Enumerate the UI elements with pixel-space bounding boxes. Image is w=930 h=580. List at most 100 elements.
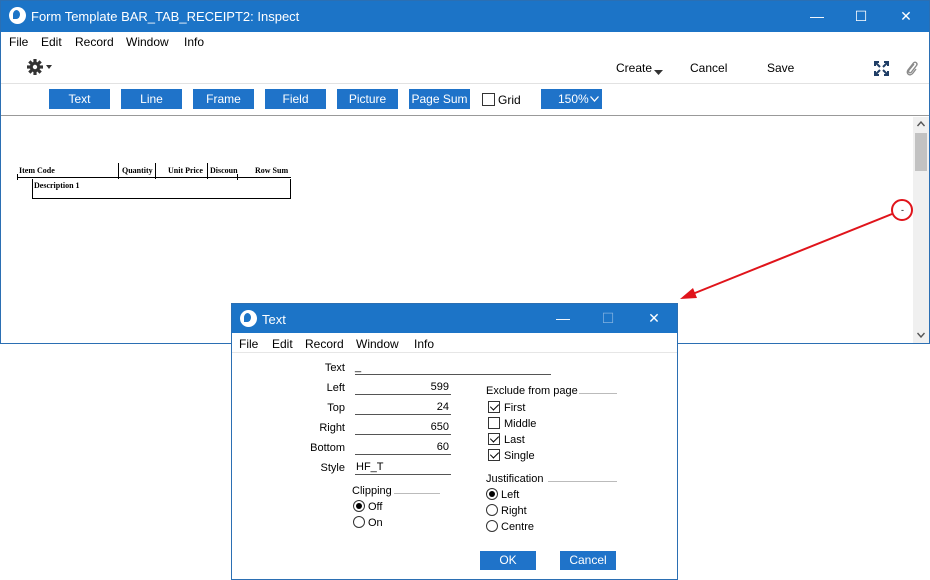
exclude-first-checkbox[interactable] [488, 401, 500, 413]
clipping-divider [394, 493, 440, 494]
main-titlebar[interactable]: Form Template BAR_TAB_RECEIPT2: Inspect … [1, 1, 929, 32]
menu-file[interactable]: File [9, 35, 28, 49]
form-col-unit-price[interactable]: Unit Price [168, 166, 203, 175]
field-tool-button[interactable]: Field [265, 89, 326, 109]
form-header-row[interactable] [17, 163, 291, 178]
form-col-row-sum[interactable]: Row Sum [255, 166, 288, 175]
left-field[interactable]: 599 [355, 381, 451, 395]
cancel-button[interactable]: Cancel [690, 61, 727, 75]
bottom-label: Bottom [310, 442, 345, 454]
text-tool-button[interactable]: Text [49, 89, 110, 109]
dialog-minimize-button[interactable]: — [541, 304, 585, 333]
scroll-thumb[interactable] [915, 133, 927, 171]
selected-text-element[interactable]: - [901, 205, 904, 215]
window-title: Form Template BAR_TAB_RECEIPT2: Inspect [31, 9, 300, 24]
justify-centre-label: Centre [501, 521, 535, 533]
dialog-logo-icon [240, 310, 257, 327]
create-button[interactable]: Create [616, 61, 652, 75]
style-field[interactable]: HF_T [355, 461, 451, 475]
ok-button[interactable]: OK [480, 551, 536, 570]
dialog-maximize-button[interactable]: ☐ [586, 304, 630, 333]
clipping-on-label: On [368, 517, 383, 529]
close-button[interactable]: ✕ [884, 1, 928, 32]
exclude-divider [579, 393, 617, 394]
form-col-item-code[interactable]: Item Code [19, 166, 55, 175]
app-logo-icon [9, 7, 26, 24]
page-sum-tool-button[interactable]: Page Sum [409, 89, 470, 109]
dialog-cancel-button[interactable]: Cancel [560, 551, 616, 570]
justification-title: Justification [486, 473, 544, 485]
exclude-last-checkbox[interactable] [488, 433, 500, 445]
exclude-single-label: Single [504, 450, 535, 462]
form-col-discount[interactable]: Discoun [210, 166, 238, 175]
justify-right-label: Right [501, 505, 527, 517]
top-label: Top [327, 402, 345, 414]
exclude-last-label: Last [504, 434, 525, 446]
text-dialog: Text — ☐ ✕ File Edit Record Window Info … [231, 303, 678, 580]
dialog-menu-window[interactable]: Window [356, 337, 399, 351]
left-label: Left [326, 382, 345, 394]
justify-left-radio[interactable] [486, 488, 498, 500]
zoom-chevron-icon [590, 96, 599, 102]
grid-label: Grid [498, 93, 521, 107]
form-col-divider [118, 163, 119, 179]
dialog-titlebar[interactable]: Text — ☐ ✕ [232, 304, 677, 333]
zoom-value: 150% [558, 92, 589, 106]
gear-icon[interactable] [26, 58, 54, 79]
exclude-title: Exclude from page [486, 385, 578, 397]
justify-centre-radio[interactable] [486, 520, 498, 532]
maximize-button[interactable]: ☐ [839, 1, 883, 32]
dialog-menubar: File Edit Record Window Info [232, 333, 677, 353]
clipping-on-radio[interactable] [353, 516, 365, 528]
text-label: Text [324, 362, 345, 374]
menu-window[interactable]: Window [126, 35, 169, 49]
menu-record[interactable]: Record [75, 35, 114, 49]
style-label: Style [320, 462, 345, 474]
save-button[interactable]: Save [767, 61, 794, 75]
dialog-menu-edit[interactable]: Edit [272, 337, 293, 351]
form-description-label[interactable]: Description 1 [34, 181, 80, 190]
exclude-single-checkbox[interactable] [488, 449, 500, 461]
clipping-title: Clipping [352, 485, 392, 497]
form-tick [17, 174, 18, 180]
justify-right-radio[interactable] [486, 504, 498, 516]
right-label: Right [319, 422, 345, 434]
clipping-off-radio[interactable] [353, 500, 365, 512]
clipping-off-label: Off [368, 501, 383, 513]
fullscreen-icon[interactable] [874, 61, 889, 79]
exclude-first-label: First [504, 402, 526, 414]
menu-edit[interactable]: Edit [41, 35, 62, 49]
frame-tool-button[interactable]: Frame [193, 89, 254, 109]
dialog-menu-record[interactable]: Record [305, 337, 344, 351]
main-window: Form Template BAR_TAB_RECEIPT2: Inspect … [0, 0, 930, 344]
chevron-down-icon[interactable] [654, 65, 663, 79]
main-toolbar: Create Cancel Save [1, 52, 929, 84]
vertical-scrollbar[interactable] [913, 117, 929, 343]
scroll-down-icon[interactable] [917, 332, 925, 338]
dialog-menu-file[interactable]: File [239, 337, 258, 351]
bottom-field[interactable]: 60 [355, 441, 451, 455]
paperclip-icon[interactable] [905, 60, 919, 80]
form-col-quantity[interactable]: Quantity [122, 166, 153, 175]
zoom-select[interactable]: 150% [541, 89, 602, 109]
scroll-up-icon[interactable] [917, 121, 925, 127]
text-field[interactable]: _ [355, 361, 551, 375]
main-menubar: File Edit Record Window Info [1, 32, 929, 52]
right-field[interactable]: 650 [355, 421, 451, 435]
tool-palette: Text Line Frame Field Picture Page Sum G… [1, 85, 929, 116]
justification-divider [548, 481, 617, 482]
picture-tool-button[interactable]: Picture [337, 89, 398, 109]
dialog-close-button[interactable]: ✕ [632, 304, 676, 333]
top-field[interactable]: 24 [355, 401, 451, 415]
justify-left-label: Left [501, 489, 520, 501]
line-tool-button[interactable]: Line [121, 89, 182, 109]
form-col-divider [207, 163, 208, 179]
exclude-middle-label: Middle [504, 418, 537, 430]
exclude-middle-checkbox[interactable] [488, 417, 500, 429]
grid-checkbox[interactable] [482, 93, 495, 106]
form-col-divider [155, 163, 156, 179]
menu-info[interactable]: Info [184, 35, 204, 49]
dialog-menu-info[interactable]: Info [414, 337, 434, 351]
minimize-button[interactable]: — [795, 1, 839, 32]
dialog-title: Text [262, 312, 286, 327]
